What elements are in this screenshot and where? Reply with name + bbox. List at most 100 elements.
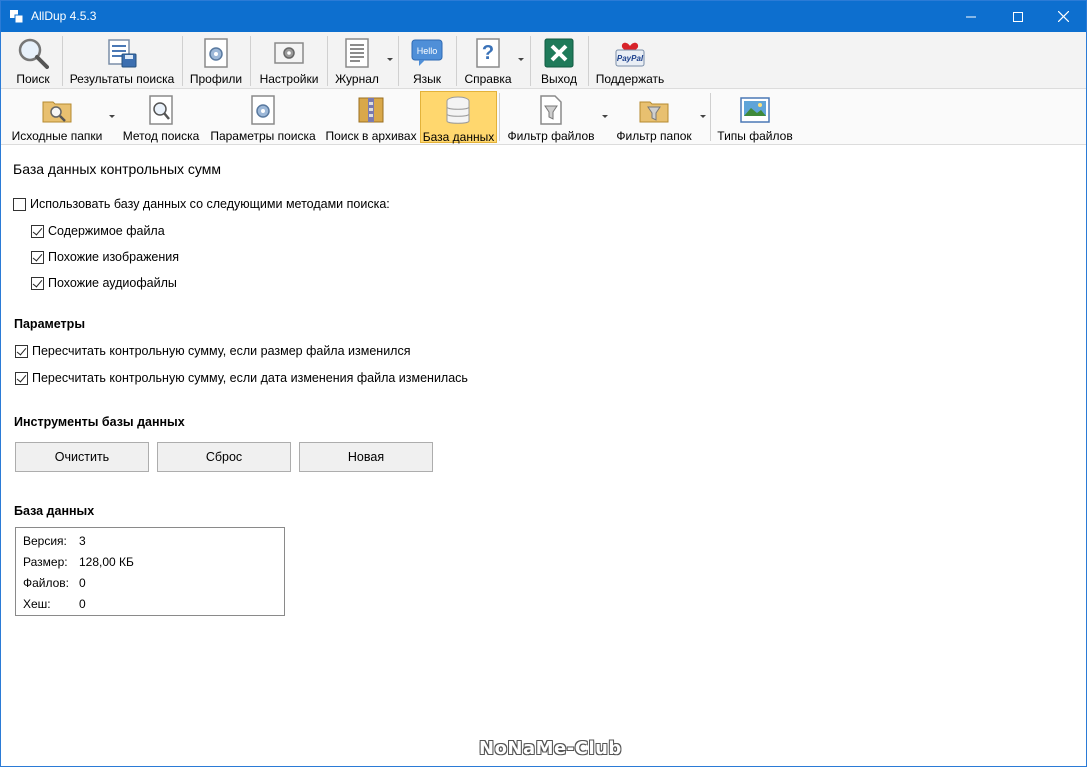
search-method-icon: [149, 95, 173, 125]
database-info-box: Версия: 3 Размер: 128,00 КБ Файлов: 0 Хе…: [15, 527, 285, 616]
folder-filter-icon: [639, 101, 669, 123]
language-button[interactable]: Hello Язык: [404, 35, 450, 87]
method-file-content-checkbox[interactable]: Содержимое файла: [31, 224, 165, 238]
profiles-icon: [204, 38, 228, 68]
search-results-button[interactable]: Результаты поиска: [66, 35, 178, 87]
separator: [327, 36, 328, 86]
info-key: Хеш:: [23, 597, 51, 611]
app-window: AllDup 4.5.3 Поиск Результаты поиска Про…: [0, 0, 1087, 767]
method-label: Похожие изображения: [48, 250, 180, 264]
exit-button[interactable]: Выход: [536, 35, 582, 87]
tab-search-method-label: Метод поиска: [122, 129, 200, 143]
main-toolbar: Поиск Результаты поиска Профили Настройк…: [1, 32, 1086, 89]
checkbox-box[interactable]: [15, 344, 28, 358]
separator: [530, 36, 531, 86]
separator: [62, 36, 63, 86]
separator: [250, 36, 251, 86]
tab-file-types[interactable]: Типы файлов: [715, 91, 795, 143]
tab-folder-filter[interactable]: Фильтр папок: [611, 91, 697, 143]
tab-search-method[interactable]: Метод поиска: [119, 91, 203, 143]
recalc-size-checkbox[interactable]: Пересчитать контрольную сумму, если разм…: [15, 344, 411, 358]
checkbox-box[interactable]: [31, 276, 44, 290]
maximize-button[interactable]: [995, 1, 1041, 32]
section-toolbar: Исходные папки Метод поиска Параметры по…: [1, 89, 1086, 145]
info-version-row: Версия: 3: [23, 534, 86, 548]
tools-header: Инструменты базы данных: [14, 415, 185, 429]
method-similar-audio-checkbox[interactable]: Похожие аудиофайлы: [31, 276, 177, 290]
new-button[interactable]: Новая: [299, 442, 433, 472]
exit-label: Выход: [541, 72, 577, 86]
hello-bubble-icon: Hello: [411, 39, 443, 66]
help-dropdown-arrow[interactable]: [518, 58, 524, 61]
settings-button[interactable]: Настройки: [255, 35, 323, 87]
log-icon: [345, 38, 369, 68]
close-button[interactable]: [1040, 1, 1086, 32]
file-filter-dropdown-arrow[interactable]: [602, 115, 608, 118]
separator: [182, 36, 183, 86]
app-logo-icon: [10, 10, 24, 24]
language-label: Язык: [412, 72, 442, 86]
close-icon: [1057, 11, 1069, 22]
separator: [710, 93, 711, 141]
database-panel: База данных контрольных сумм Использоват…: [1, 146, 1086, 766]
watermark: NoNaMe-Club: [479, 738, 622, 759]
use-database-label: Использовать базу данных со следующими м…: [30, 197, 390, 211]
info-value: 3: [79, 534, 86, 548]
minimize-icon: [966, 16, 976, 17]
separator: [456, 36, 457, 86]
checkbox-box[interactable]: [15, 371, 28, 385]
tab-file-filter[interactable]: Фильтр файлов: [504, 91, 598, 143]
params-header: Параметры: [14, 317, 85, 331]
clear-button[interactable]: Очистить: [15, 442, 149, 472]
info-key: Версия:: [23, 534, 67, 548]
source-folders-dropdown-arrow[interactable]: [109, 115, 115, 118]
log-dropdown-arrow[interactable]: [387, 58, 393, 61]
archive-icon: [358, 97, 384, 123]
tab-folder-filter-label: Фильтр папок: [616, 129, 692, 143]
results-icon: [108, 39, 137, 68]
recalc-date-checkbox[interactable]: Пересчитать контрольную сумму, если дата…: [15, 371, 468, 385]
checkbox-box[interactable]: [31, 250, 44, 264]
tab-search-options-label: Параметры поиска: [210, 129, 316, 143]
donate-label: Поддержать: [595, 72, 665, 86]
checkbox-box[interactable]: [13, 197, 26, 211]
log-button[interactable]: Журнал: [331, 35, 383, 87]
separator: [398, 36, 399, 86]
search-options-icon: [251, 95, 275, 125]
method-label: Содержимое файла: [48, 224, 165, 238]
folder-filter-dropdown-arrow[interactable]: [700, 115, 706, 118]
svg-text:Hello: Hello: [417, 46, 438, 56]
help-button[interactable]: ? Справка: [461, 35, 515, 87]
tab-database[interactable]: База данных: [420, 91, 497, 144]
settings-label: Настройки: [259, 72, 319, 86]
method-similar-images-checkbox[interactable]: Похожие изображения: [31, 250, 179, 264]
maximize-icon: [1013, 11, 1023, 22]
donate-button[interactable]: PayPal Поддержать: [594, 35, 666, 87]
param-label: Пересчитать контрольную сумму, если дата…: [32, 371, 468, 385]
folder-search-icon: [42, 101, 72, 123]
minimize-button[interactable]: [948, 1, 994, 32]
info-key: Файлов:: [23, 576, 70, 590]
tab-source-folders[interactable]: Исходные папки: [7, 91, 107, 143]
info-value: 128,00 КБ: [79, 555, 134, 569]
search-label: Поиск: [16, 72, 50, 86]
svg-text:PayPal: PayPal: [617, 54, 644, 63]
info-hash-row: Хеш: 0: [23, 597, 86, 611]
tab-database-label: База данных: [422, 130, 495, 144]
profiles-button[interactable]: Профили: [186, 35, 246, 87]
database-icon: [446, 96, 470, 124]
title-bar: AllDup 4.5.3: [1, 1, 1086, 32]
search-button[interactable]: Поиск: [9, 35, 57, 87]
panel-title: База данных контрольных сумм: [13, 161, 221, 177]
settings-icon: [274, 42, 304, 64]
info-files-row: Файлов: 0: [23, 576, 86, 590]
tab-search-options[interactable]: Параметры поиска: [207, 91, 319, 143]
db-header: База данных: [14, 504, 95, 518]
tab-archive-search[interactable]: Поиск в архивах: [323, 91, 419, 143]
separator: [588, 36, 589, 86]
checkbox-box[interactable]: [31, 224, 44, 238]
use-database-checkbox[interactable]: Использовать базу данных со следующими м…: [13, 197, 390, 211]
reset-button[interactable]: Сброс: [157, 442, 291, 472]
search-results-label: Результаты поиска: [69, 72, 175, 86]
window-title: AllDup 4.5.3: [31, 9, 97, 23]
